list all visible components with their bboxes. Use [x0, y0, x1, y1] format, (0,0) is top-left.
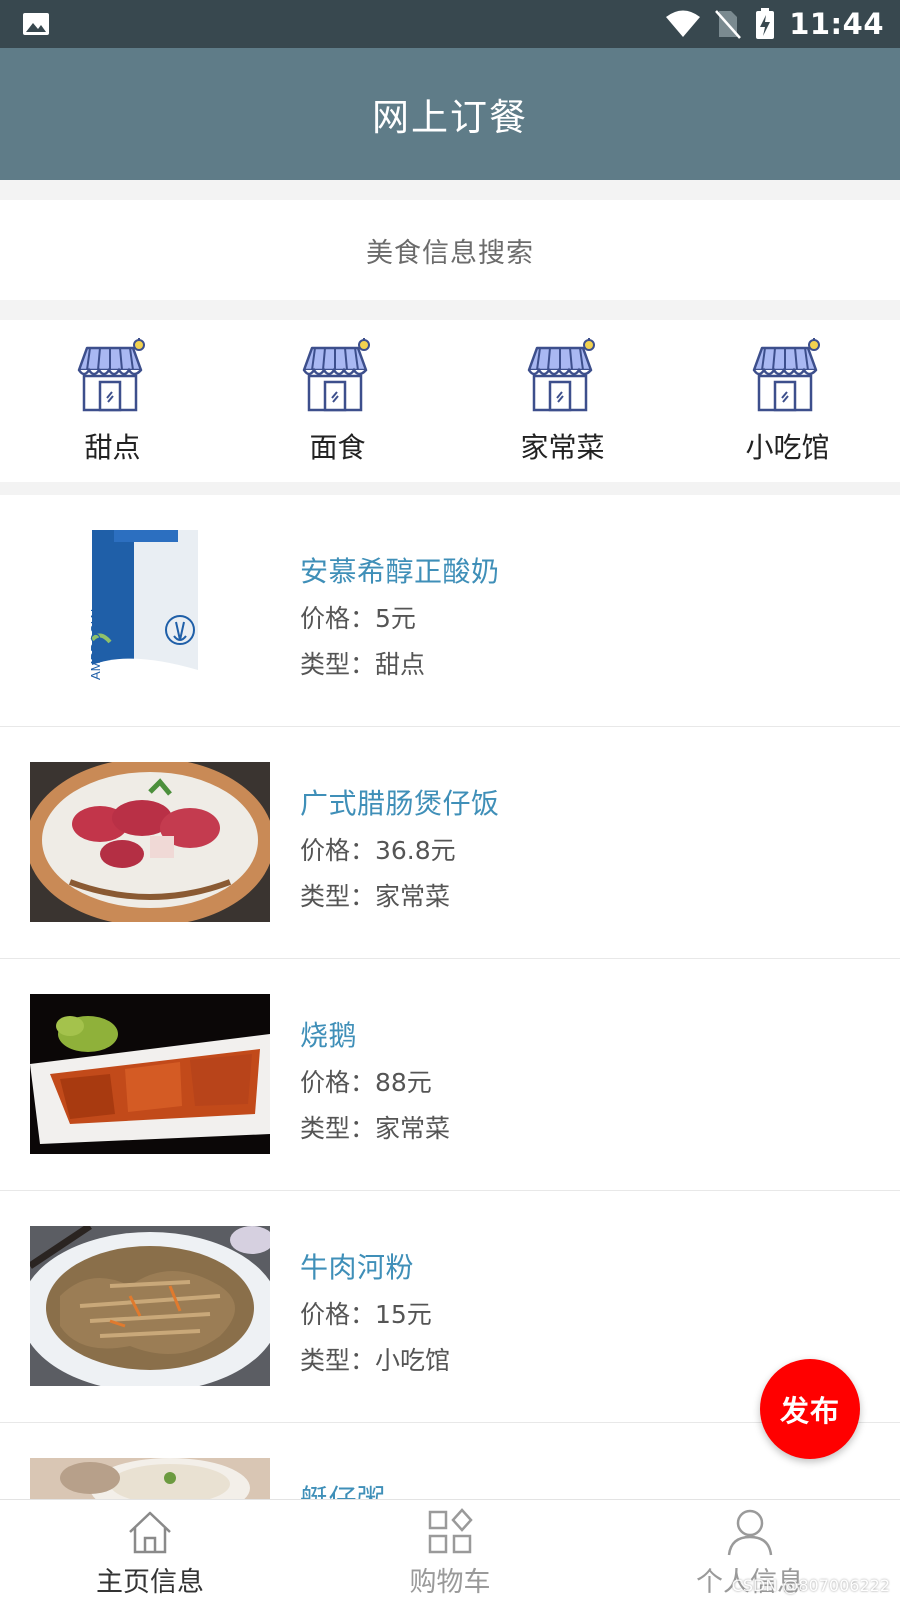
food-info: 艇仔粥: [300, 1478, 386, 1499]
food-price: 价格：36.8元: [300, 836, 456, 865]
food-image: [30, 762, 270, 922]
food-price: 价格：5元: [300, 604, 416, 633]
app-bar: 网上订餐: [0, 48, 900, 180]
image-icon: [22, 12, 50, 36]
food-image: [30, 994, 270, 1154]
food-price: 价格：88元: [300, 1068, 432, 1097]
category-home-cooking[interactable]: 家常菜: [450, 320, 675, 482]
food-search-button[interactable]: 美食信息搜索: [0, 200, 900, 300]
food-info: 广式腊肠煲仔饭 价格：36.8元 类型：家常菜: [300, 782, 500, 923]
store-icon: [527, 338, 595, 412]
watermark: CSDN @807006222: [731, 1576, 890, 1595]
category-snack-bar[interactable]: 小吃馆: [675, 320, 900, 482]
food-type: 类型：家常菜: [300, 882, 451, 911]
food-name: 广式腊肠煲仔饭: [300, 787, 500, 820]
store-icon: [302, 338, 370, 412]
nav-home-label: 主页信息: [96, 1567, 204, 1598]
food-name: 烧鹅: [300, 1019, 358, 1052]
food-type: 类型：家常菜: [300, 1114, 451, 1143]
nav-home[interactable]: 主页信息: [0, 1500, 300, 1600]
food-item[interactable]: 广式腊肠煲仔饭 价格：36.8元 类型：家常菜: [0, 727, 900, 959]
food-list: AMBPOSIAL 安慕希醇正酸奶 价格：5元 类型：甜点 广式腊肠煲仔饭 价格…: [0, 495, 900, 1499]
category-label: 小吃馆: [745, 431, 830, 464]
food-image: [30, 1226, 270, 1386]
food-info: 牛肉河粉 价格：15元 类型：小吃馆: [300, 1246, 450, 1387]
category-label: 甜点: [84, 431, 141, 464]
food-info: 烧鹅 价格：88元 类型：家常菜: [300, 1014, 450, 1155]
store-icon: [77, 338, 145, 412]
food-price: 价格：15元: [300, 1300, 432, 1329]
battery-charging-icon: [755, 8, 775, 40]
food-type: 类型：小吃馆: [300, 1346, 451, 1375]
food-image: [30, 1458, 270, 1499]
app-screen: 11:44 网上订餐 美食信息搜索 甜点 面食 家常菜 小吃馆 AMBPOSIA…: [0, 0, 900, 1600]
food-item[interactable]: 烧鹅 价格：88元 类型：家常菜: [0, 959, 900, 1191]
food-item[interactable]: 艇仔粥: [0, 1423, 900, 1499]
search-label: 美食信息搜索: [366, 237, 534, 269]
food-name: 安慕希醇正酸奶: [300, 555, 500, 588]
status-time: 11:44: [789, 7, 884, 41]
food-name: 艇仔粥: [300, 1478, 386, 1499]
store-icon: [752, 338, 820, 412]
publish-button[interactable]: 发布: [760, 1359, 860, 1459]
food-type: 类型：甜点: [300, 650, 426, 679]
category-label: 家常菜: [520, 431, 605, 464]
food-image: AMBPOSIAL: [30, 530, 270, 690]
category-label: 面食: [309, 431, 366, 464]
status-bar: 11:44: [0, 0, 900, 48]
no-sim-icon: [715, 9, 742, 39]
svg-text:AMBPOSIAL: AMBPOSIAL: [88, 605, 103, 680]
food-item[interactable]: AMBPOSIAL 安慕希醇正酸奶 价格：5元 类型：甜点: [0, 495, 900, 727]
grid-icon: [422, 1506, 478, 1558]
wifi-icon: [665, 10, 701, 38]
category-bar: 甜点 面食 家常菜 小吃馆: [0, 320, 900, 482]
user-icon: [722, 1506, 778, 1558]
page-title: 网上订餐: [372, 96, 528, 139]
category-dessert[interactable]: 甜点: [0, 320, 225, 482]
home-icon: [122, 1506, 178, 1558]
nav-cart-label: 购物车: [409, 1567, 491, 1598]
food-name: 牛肉河粉: [300, 1251, 415, 1284]
nav-cart[interactable]: 购物车: [300, 1500, 600, 1600]
category-noodles[interactable]: 面食: [225, 320, 450, 482]
food-info: 安慕希醇正酸奶 价格：5元 类型：甜点: [300, 550, 500, 691]
